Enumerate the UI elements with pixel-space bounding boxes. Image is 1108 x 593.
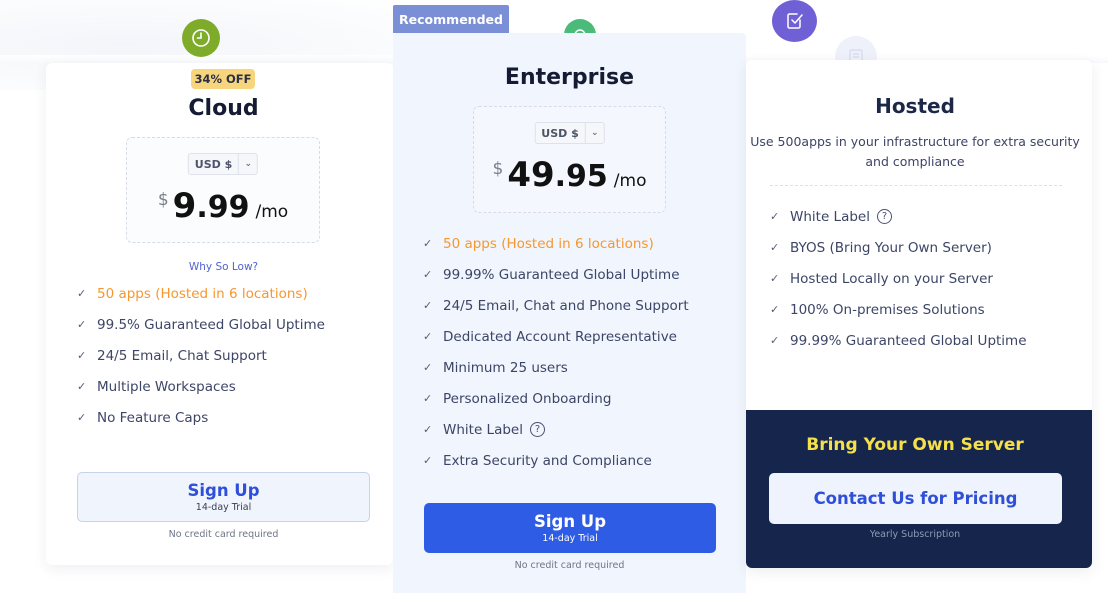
clock-icon [182,19,220,57]
price-period: /mo [255,202,289,222]
price-currency-symbol: $ [492,159,504,179]
feature-item: ✓ 50 apps (Hosted in 6 locations) [77,285,308,302]
cloud-no-credit-card-note: No credit card required [168,529,279,540]
check-icon: ✓ [423,454,433,467]
check-icon: ✓ [770,303,780,316]
check-icon: ✓ [770,210,780,223]
help-icon[interactable]: ? [529,422,545,437]
check-icon: ✓ [77,287,87,300]
check-icon: ✓ [77,380,87,393]
enterprise-no-credit-card-note: No credit card required [514,560,625,571]
feature-item: ✓ Minimum 25 users [423,359,568,376]
check-icon: ✓ [423,361,433,374]
feature-item: ✓ Personalized Onboarding [423,390,612,407]
price-whole: 49 [507,155,555,195]
check-icon: ✓ [77,411,87,424]
yearly-subscription-note: Yearly Subscription [869,529,961,540]
feature-item: ✓ White Label? [423,414,689,445]
recommended-badge: Recommended [393,5,509,33]
hosted-plan-title: Hosted [875,94,955,118]
price-currency-symbol: $ [157,190,169,210]
enterprise-price: $49.95/mo [474,155,665,195]
enterprise-price-box: USD $ ⌄ $49.95/mo [473,106,666,213]
check-icon: ✓ [770,272,780,285]
feature-item: ✓ Extra Security and Compliance [423,452,652,469]
cloud-sign-up-button[interactable]: Sign Up 14-day Trial [77,472,370,522]
feature-item: ✓ Dedicated Account Representative [423,328,677,345]
chevron-down-icon: ⌄ [244,159,252,169]
chevron-down-icon: ⌄ [590,128,599,138]
discount-badge: 34% OFF [191,69,255,89]
feature-item: ✓ BYOS (Bring Your Own Server) [770,239,992,256]
currency-label: USD $ [189,154,240,174]
feature-item: ✓ White Label? [770,201,1027,232]
check-icon: ✓ [423,237,433,250]
check-icon: ✓ [423,268,433,281]
price-period: /mo [613,171,647,191]
price-whole: 9 [172,186,197,226]
contact-us-button[interactable]: Contact Us for Pricing [769,473,1062,524]
enterprise-plan-title: Enterprise [504,65,635,90]
check-icon: ✓ [423,330,433,343]
feature-item: ✓ 100% On-premises Solutions [770,301,985,318]
feature-item: ✓ 99.99% Guaranteed Global Uptime [770,332,1027,349]
help-icon[interactable]: ? [876,209,892,224]
divider [770,185,1062,186]
check-icon: ✓ [423,392,433,405]
enterprise-sign-up-button[interactable]: Sign Up 14-day Trial [424,503,716,553]
check-icon: ✓ [423,299,433,312]
feature-item: ✓ Hosted Locally on your Server [770,270,993,287]
currency-label: USD $ [535,123,586,143]
enterprise-feature-list: ✓ 50 apps (Hosted in 6 locations) ✓ 99.99%… [423,228,689,476]
check-icon: ✓ [770,241,780,254]
button-label: Sign Up [187,480,260,500]
cloud-currency-select[interactable]: USD $ ⌄ [187,153,259,175]
feature-item: ✓ 24/5 Email, Chat Support [77,347,267,364]
hosted-plan-description: Use 500apps in your infrastructure for e… [750,134,1080,169]
check-icon: ✓ [77,318,87,331]
feature-item: ✓ 50 apps (Hosted in 6 locations) [423,235,654,252]
feature-item: ✓ 24/5 Email, Chat and Phone Support [423,297,689,314]
feature-item: ✓ Multiple Workspaces [77,378,236,395]
check-icon: ✓ [77,349,87,362]
hosted-feature-list: ✓ White Label? ✓ BYOS (Bring Your Own Serv… [770,201,1027,356]
price-cents: .99 [196,190,250,225]
check-icon: ✓ [770,334,780,347]
button-label: Contact Us for Pricing [813,488,1018,508]
feature-item: ✓ 99.99% Guaranteed Global Uptime [423,266,680,283]
cloud-plan-title: Cloud [188,96,259,121]
why-so-low-link[interactable]: Why So Low? [46,261,401,273]
cloud-price: $9.99/mo [127,186,319,226]
check-icon: ✓ [423,423,433,436]
button-label: Sign Up [533,511,607,531]
price-cents: .95 [554,159,608,194]
enterprise-currency-select[interactable]: USD $ ⌄ [534,122,605,144]
byos-title: Bring Your Own Server [806,435,1024,455]
button-sublabel: 14-day Trial [195,501,252,513]
checkbox-icon [772,0,817,42]
feature-item: ✓ 99.5% Guaranteed Global Uptime [77,316,325,333]
feature-item: ✓ No Feature Caps [77,409,209,426]
button-sublabel: 14-day Trial [542,532,598,544]
cloud-feature-list: ✓ 50 apps (Hosted in 6 locations) ✓ 99.5% … [77,278,325,433]
cloud-price-box: USD $ ⌄ $9.99/mo [126,137,320,243]
